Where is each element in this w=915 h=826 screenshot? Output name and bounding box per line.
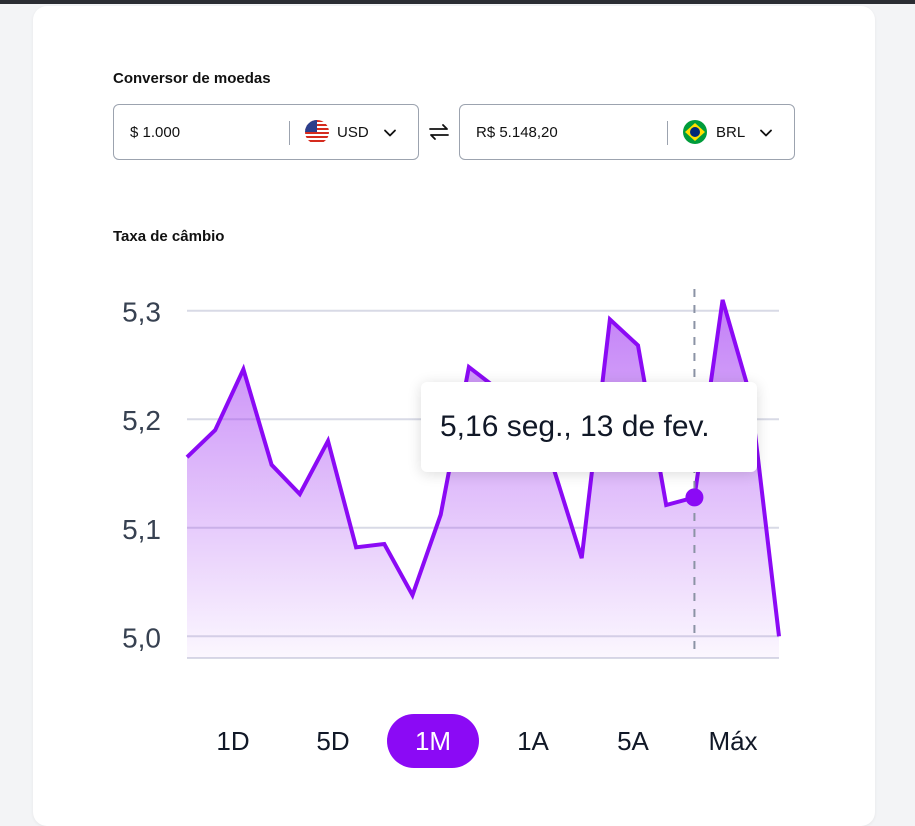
window-top-bar (0, 0, 915, 4)
range-button-máx[interactable]: Máx (687, 714, 779, 768)
y-tick-label: 5,2 (122, 405, 161, 436)
range-button-5d[interactable]: 5D (287, 714, 379, 768)
y-tick-label: 5,3 (122, 297, 161, 328)
y-tick-label: 5,1 (122, 514, 161, 545)
y-tick-label: 5,0 (122, 622, 161, 653)
range-button-5a[interactable]: 5A (587, 714, 679, 768)
rate-tooltip: 5,16 seg., 13 de fev. (421, 382, 757, 472)
range-button-1d[interactable]: 1D (187, 714, 279, 768)
range-button-1a[interactable]: 1A (487, 714, 579, 768)
rate-area-fill (187, 299, 779, 658)
range-button-1m[interactable]: 1M (387, 714, 479, 768)
currency-converter-card: Conversor de moedas $ 1.000 USD R$ 5.148… (33, 6, 875, 826)
hover-point[interactable] (685, 488, 704, 507)
tooltip-text: 5,16 seg., 13 de fev. (440, 410, 710, 443)
